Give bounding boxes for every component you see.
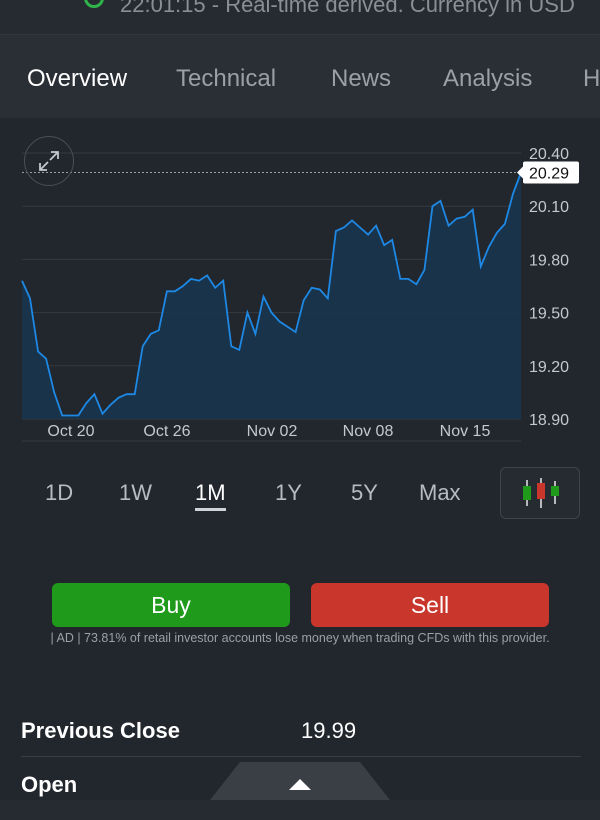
stat-value: 19.99 [301, 718, 357, 743]
stat-label: Open [21, 772, 78, 797]
pull-up-handle[interactable] [210, 762, 390, 800]
y-tick-label: 19.20 [529, 359, 569, 376]
active-tab-indicator [67, 111, 81, 118]
x-tick-label: Oct 26 [143, 423, 190, 440]
overview-panel: 20.40 20.10 19.80 19.50 19.20 18.90 Oct 20 Oct… [0, 118, 600, 800]
tab-technical[interactable]: Technical [176, 65, 276, 93]
candlestick-chart-icon [523, 478, 559, 508]
current-price-marker: 20.29 [22, 161, 579, 184]
tab-historical[interactable]: H [583, 65, 600, 93]
stat-previous-close: Previous Close 19.99 [0, 712, 600, 766]
clock-icon [84, 0, 104, 8]
chart-area [21, 172, 522, 419]
tab-bar: Overview Technical News Analysis H [0, 34, 600, 118]
expand-chart-button[interactable] [24, 136, 74, 186]
range-1d[interactable]: 1D [45, 480, 73, 506]
range-1m[interactable]: 1M [195, 480, 226, 511]
x-tick-label: Nov 15 [440, 423, 491, 440]
range-1y[interactable]: 1Y [275, 480, 302, 506]
tab-analysis[interactable]: Analysis [443, 65, 532, 93]
x-tick-label: Nov 08 [343, 423, 394, 440]
status-text: 22:01:15 - Real-time derived. Currency i… [120, 0, 575, 17]
candlestick-toggle-button[interactable] [500, 467, 580, 519]
range-max[interactable]: Max [419, 480, 461, 506]
buy-button[interactable]: Buy [52, 583, 290, 627]
range-5y[interactable]: 5Y [351, 480, 378, 506]
price-area-fill [22, 172, 521, 419]
divider [21, 756, 581, 757]
current-price-label: 20.29 [529, 166, 569, 183]
y-tick-label: 18.90 [529, 412, 569, 429]
y-tick-label: 20.40 [529, 146, 569, 163]
tab-news[interactable]: News [331, 65, 391, 93]
y-axis-labels: 20.40 20.10 19.80 19.50 19.20 18.90 [529, 146, 569, 429]
stat-label: Previous Close [21, 718, 180, 743]
chevron-up-icon [210, 762, 390, 800]
y-tick-label: 20.10 [529, 199, 569, 216]
x-tick-label: Nov 02 [247, 423, 298, 440]
y-tick-label: 19.80 [529, 252, 569, 269]
x-axis-labels: Oct 20 Oct 26 Nov 02 Nov 08 Nov 15 [47, 423, 490, 440]
y-tick-label: 19.50 [529, 306, 569, 323]
range-1w[interactable]: 1W [119, 480, 152, 506]
sell-button[interactable]: Sell [311, 583, 549, 627]
x-tick-label: Oct 20 [47, 423, 94, 440]
status-bar: 22:01:15 - Real-time derived. Currency i… [0, 0, 600, 34]
price-chart[interactable]: 20.4020.1019.8019.5019.2018.90 Oct 20 Oct… [0, 118, 600, 448]
cfd-disclaimer: | AD | 73.81% of retail investor account… [50, 631, 550, 645]
expand-icon [39, 151, 59, 171]
tab-overview[interactable]: Overview [27, 65, 127, 93]
